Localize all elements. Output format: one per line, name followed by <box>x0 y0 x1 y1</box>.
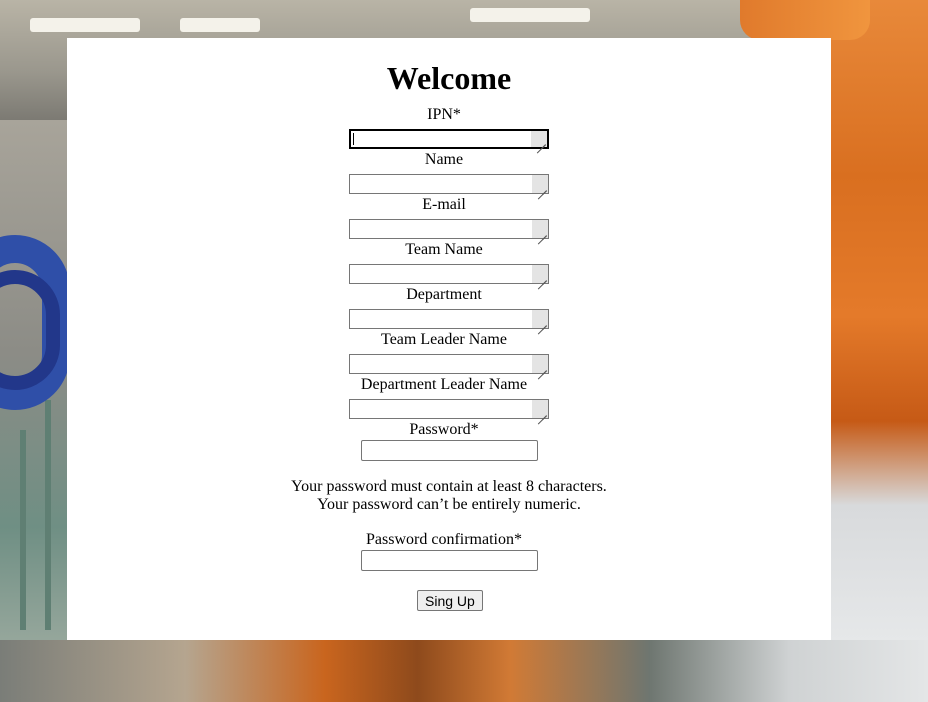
background-robot-arm <box>740 0 870 40</box>
team-name-field[interactable] <box>349 264 549 284</box>
team-leader-name-field[interactable] <box>349 354 549 374</box>
department-leader-name-label: Department Leader Name <box>360 376 528 393</box>
department-leader-name-field[interactable] <box>349 399 549 419</box>
background-floor-machinery <box>0 640 928 702</box>
department-label: Department <box>406 286 482 303</box>
password-help: Your password must contain at least 8 ch… <box>67 478 831 514</box>
password-help-numeric: Your password can’t be entirely numeric. <box>317 496 581 513</box>
background-pillar <box>20 430 26 630</box>
background-blue-hose <box>0 270 60 390</box>
background-light <box>470 8 590 22</box>
resize-grip-icon[interactable] <box>532 355 548 373</box>
name-label: Name <box>424 151 464 168</box>
resize-grip-icon[interactable] <box>531 131 547 147</box>
resize-grip-icon[interactable] <box>532 400 548 418</box>
resize-grip-icon[interactable] <box>532 220 548 238</box>
background-light <box>30 18 140 32</box>
resize-grip-icon[interactable] <box>532 310 548 328</box>
team-leader-name-label: Team Leader Name <box>381 331 507 348</box>
background-light <box>180 18 260 32</box>
ipn-field[interactable] <box>348 128 550 150</box>
page-title: Welcome <box>386 60 512 96</box>
email-field[interactable] <box>349 219 549 239</box>
password-confirm-label: Password confirmation* <box>366 531 522 548</box>
background-orange-robot <box>830 0 928 702</box>
signup-form: Welcome IPN* Name E-mail Team Name Depar… <box>67 38 831 611</box>
password-confirm-input[interactable] <box>361 550 538 571</box>
password-help-length: Your password must contain at least 8 ch… <box>291 478 607 495</box>
ipn-label: IPN* <box>427 106 461 123</box>
resize-grip-icon[interactable] <box>532 265 548 283</box>
email-label: E-mail <box>422 196 466 213</box>
signup-panel: Welcome IPN* Name E-mail Team Name Depar… <box>67 38 831 640</box>
team-name-label: Team Name <box>405 241 483 258</box>
department-field[interactable] <box>349 309 549 329</box>
sign-up-button[interactable]: Sing Up <box>417 590 483 611</box>
password-label: Password* <box>409 421 479 438</box>
resize-grip-icon[interactable] <box>532 175 548 193</box>
password-input[interactable] <box>361 440 538 461</box>
name-field[interactable] <box>349 174 549 194</box>
background-pillar <box>45 400 51 630</box>
